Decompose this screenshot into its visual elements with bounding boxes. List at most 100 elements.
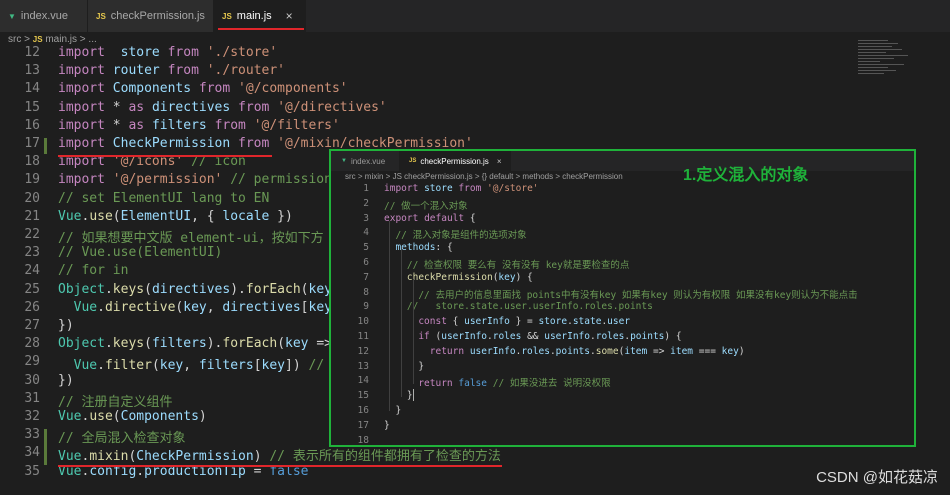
close-icon[interactable]: ×: [497, 157, 502, 166]
close-icon[interactable]: ×: [286, 9, 293, 23]
line-number: 2: [363, 197, 369, 209]
line-number: 9: [363, 301, 369, 313]
annotation-underline-import: [58, 155, 272, 157]
text-cursor: [413, 389, 414, 401]
code-line: }): [58, 372, 74, 388]
line-number: 14: [357, 375, 369, 387]
code-line: }: [384, 360, 425, 372]
line-number: 4: [363, 227, 369, 239]
indent-guide: [413, 279, 414, 384]
code-line: Vue.use(Components): [58, 409, 207, 424]
line-number: 15: [357, 390, 369, 402]
code-line: import router from './router': [58, 63, 286, 79]
tab-label: main.js: [236, 10, 272, 22]
code-line: Object.keys(directives).forEach(key: [58, 281, 332, 297]
editor-tab-bar: ▼ index.vue JS checkPermission.js JS mai…: [0, 0, 950, 32]
code-line: }: [384, 419, 390, 431]
line-number: 11: [357, 331, 369, 342]
line-number: 18: [24, 154, 40, 170]
tab-label: index.vue: [350, 156, 386, 166]
js-file-icon: JS: [222, 11, 232, 21]
line-number: 12: [357, 345, 369, 357]
js-file-icon: JS: [96, 11, 106, 21]
overlay-breadcrumb: src > mixin > JS checkPermission.js > {}…: [345, 172, 623, 181]
code-line: // 做一个混入对象: [384, 200, 468, 212]
code-line: // Vue.use(ElementUI): [58, 245, 223, 261]
overlay-tab-bar: ▼ index.vue JS checkPermission.js ×: [331, 151, 914, 171]
chevron-right-icon: >: [24, 34, 30, 45]
code-line: // 去用户的信息里面找 points中有没有key 如果有key 则认为有权限…: [418, 289, 858, 301]
code-line: import Components from '@/components': [58, 81, 348, 97]
code-line: // for in: [58, 263, 129, 279]
line-number: 8: [363, 286, 369, 298]
line-number: 16: [357, 405, 369, 416]
line-number: 35: [24, 463, 40, 479]
code-line: checkPermission(key) {: [406, 271, 533, 283]
code-line: Vue.directive(key, directives[key]: [73, 299, 340, 315]
line-number: 13: [24, 63, 40, 79]
code-line: // 全局混入检查对象: [58, 431, 186, 447]
code-line: Vue.filter(key, filters[key]) // 注: [73, 358, 345, 374]
line-number: 18: [357, 434, 369, 446]
vue-file-icon: ▼: [8, 11, 16, 21]
line-number: 34: [24, 445, 40, 461]
code-line: methods: {: [395, 242, 453, 254]
line-number: 21: [24, 208, 40, 224]
git-change-marker: [44, 429, 47, 465]
code-line: return false // 如果没进去 说明没权限: [418, 378, 611, 390]
js-file-icon: JS: [32, 35, 43, 44]
overlay-editor-panel: ▼ index.vue JS checkPermission.js × 1.定义…: [329, 149, 916, 447]
code-line: export default {: [384, 212, 476, 224]
code-line: const { userInfo } = store.state.user: [418, 316, 631, 328]
line-number: 22: [24, 227, 40, 242]
line-number: 14: [24, 81, 40, 97]
code-line: // set ElementUI lang to EN: [58, 190, 270, 206]
code-line: // 混入对象是组件的选项对象: [395, 230, 527, 242]
line-number: 19: [24, 172, 40, 188]
vue-file-icon: ▼: [341, 158, 347, 164]
line-number: 33: [24, 427, 40, 443]
line-number: 27: [24, 318, 40, 333]
breadcrumb-rest: > ...: [79, 34, 97, 45]
tab-checkpermission-js[interactable]: JS checkPermission.js ×: [399, 151, 511, 171]
annotation-underline-mixin: [58, 465, 502, 467]
line-number: 10: [357, 316, 369, 328]
line-number: 24: [24, 263, 40, 279]
tab-label: index.vue: [20, 10, 69, 22]
code-line: Vue.use(ElementUI, { locale }): [58, 208, 293, 224]
breadcrumb-file[interactable]: main.js: [45, 34, 77, 45]
tab-index-vue[interactable]: ▼ index.vue: [331, 151, 399, 171]
watermark: CSDN @如花菇凉: [816, 469, 938, 486]
code-line: import store from './store': [58, 45, 278, 60]
tab-checkpermission-js[interactable]: JS checkPermission.js: [88, 0, 214, 32]
line-number: 1: [363, 183, 369, 194]
code-line: import * as filters from '@/filters': [58, 117, 340, 133]
tab-label: checkPermission.js: [420, 156, 489, 166]
code-line: // 检查权限 要么有 没有没有 key就是要检查的点: [406, 260, 630, 271]
line-number: 32: [24, 409, 40, 424]
code-line: }): [58, 318, 74, 333]
code-line: if (userInfo.roles && userInfo.roles.poi…: [418, 331, 682, 342]
line-number: 29: [24, 354, 40, 370]
line-number: 7: [363, 271, 369, 283]
code-line: Object.keys(filters).forEach(key =>: [58, 336, 332, 352]
annotation-title: 1.定义混入的对象: [683, 167, 809, 184]
line-number: 30: [24, 372, 40, 388]
git-change-marker: [44, 138, 47, 154]
tab-label: checkPermission.js: [110, 10, 205, 22]
line-number: 20: [24, 190, 40, 206]
code-line: // 如果想要中文版 element-ui，按如下方: [58, 231, 324, 246]
line-number: 28: [24, 336, 40, 352]
line-number: 6: [363, 257, 369, 268]
line-number: 25: [24, 281, 40, 297]
line-number: 16: [24, 117, 40, 133]
line-number: 12: [24, 45, 40, 60]
js-file-icon: JS: [409, 158, 417, 164]
line-number: 3: [363, 212, 369, 224]
line-number: 31: [24, 390, 40, 406]
minimap[interactable]: [858, 40, 928, 100]
breadcrumb-src[interactable]: src: [8, 34, 21, 45]
indent-guide: [389, 221, 390, 411]
tab-index-vue[interactable]: ▼ index.vue: [0, 0, 88, 32]
line-number: 17: [357, 419, 369, 431]
